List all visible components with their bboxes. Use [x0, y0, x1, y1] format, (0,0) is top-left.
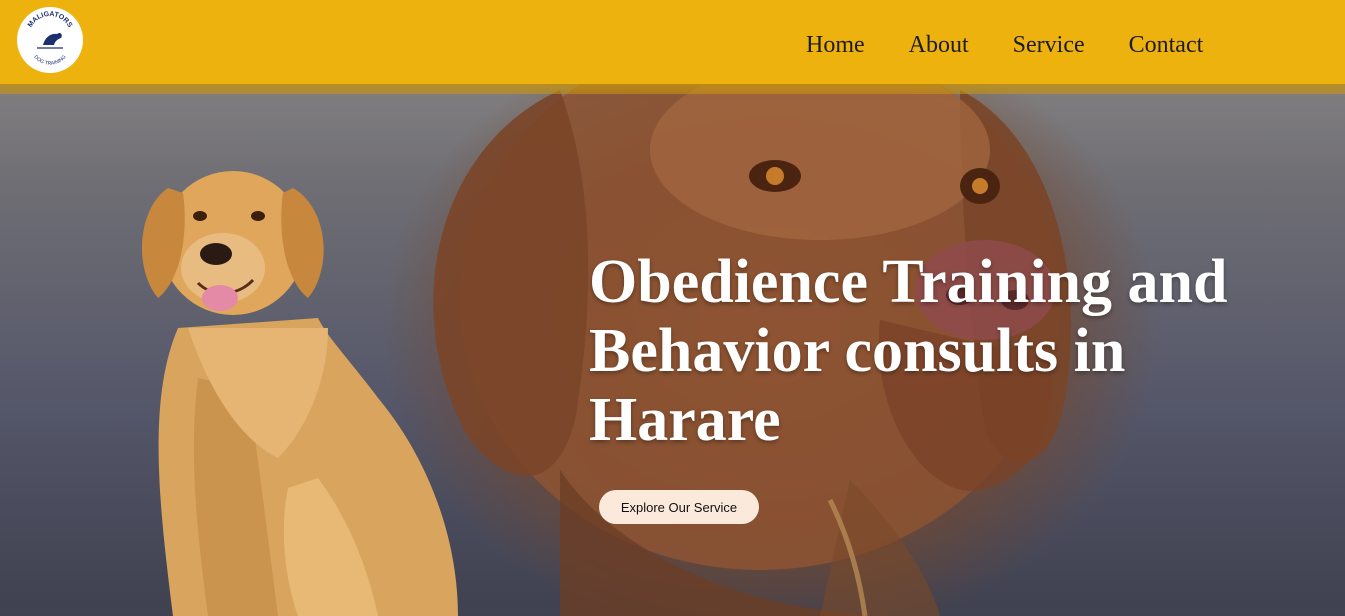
nav-link-contact[interactable]: Contact: [1129, 29, 1204, 61]
golden-retriever-image: [141, 171, 458, 616]
nav-link-about[interactable]: About: [909, 29, 969, 61]
explore-service-button[interactable]: Explore Our Service: [599, 490, 759, 524]
nav-link-home[interactable]: Home: [806, 29, 865, 61]
main-navigation: Home About Service Contact: [806, 29, 1247, 61]
nav-link-service[interactable]: Service: [1013, 29, 1085, 61]
navbar: MALIGATORS DOG TRAINING Home About Servi…: [0, 0, 1345, 94]
hero-title: Obedience Training and Behavior consults…: [589, 248, 1228, 454]
brand-logo[interactable]: MALIGATORS DOG TRAINING: [17, 7, 83, 73]
page: MALIGATORS DOG TRAINING Home About Servi…: [0, 0, 1345, 616]
